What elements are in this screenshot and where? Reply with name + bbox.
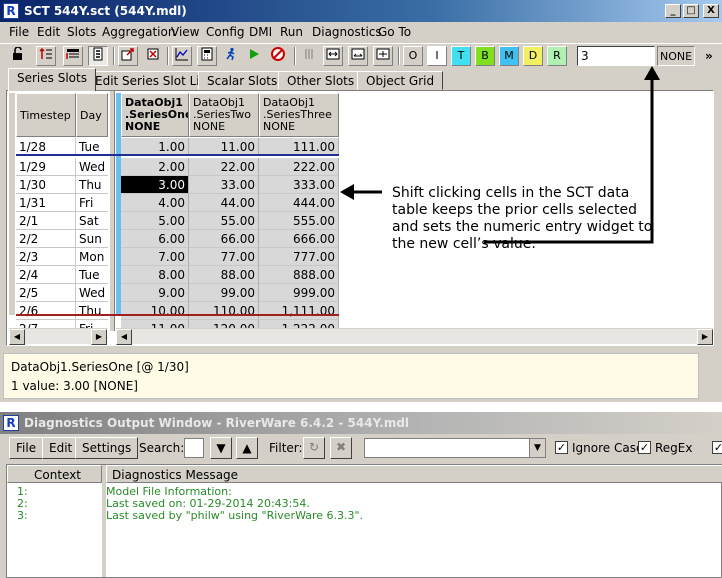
- message-header[interactable]: Diagnostics Message: [106, 465, 722, 483]
- diagnostics-title: Diagnostics Output Window - RiverWare 6.…: [24, 416, 410, 430]
- search-down-icon[interactable]: ▼: [210, 437, 232, 459]
- diagnostics-title-bar[interactable]: R Diagnostics Output Window - RiverWare …: [0, 412, 722, 434]
- annotation-text: Shift clicking cells in the SCT data tab…: [392, 185, 653, 252]
- extra-checkbox[interactable]: ✓: [712, 441, 722, 454]
- diagnostics-window: R Diagnostics Output Window - RiverWare …: [0, 412, 722, 578]
- arrow-head-icon: [644, 66, 660, 80]
- regex-checkbox[interactable]: ✓: [638, 441, 651, 454]
- tab-series-slots[interactable]: Series Slots: [8, 68, 96, 91]
- regex-label: RegEx: [655, 441, 693, 455]
- refresh-filter-icon[interactable]: ↻: [303, 437, 325, 459]
- chevron-down-icon[interactable]: ▼: [529, 439, 545, 457]
- window-gap: [0, 402, 722, 412]
- arrow-head-icon: [340, 184, 354, 200]
- diag-file-button[interactable]: File: [9, 437, 44, 459]
- clear-filter-icon[interactable]: ✖: [330, 437, 352, 459]
- filter-combo[interactable]: ▼: [364, 438, 546, 458]
- ignore-case-label: Ignore Case: [572, 441, 644, 455]
- search-label: Search:: [139, 441, 185, 455]
- filter-label: Filter:: [269, 441, 303, 455]
- context-cell[interactable]: 3:: [17, 509, 28, 522]
- context-header[interactable]: Context: [7, 465, 102, 483]
- search-input[interactable]: [184, 438, 204, 458]
- ignore-case-checkbox[interactable]: ✓: [555, 441, 568, 454]
- message-cell[interactable]: Last saved by "philw" using "RiverWare 6…: [106, 509, 363, 522]
- search-up-icon[interactable]: ▲: [236, 437, 258, 459]
- diagnostics-table: Context Diagnostics Message 1: Model File…: [6, 464, 722, 578]
- diag-settings-button[interactable]: Settings: [75, 437, 139, 459]
- riverware-logo-icon: R: [3, 415, 19, 431]
- diag-edit-button[interactable]: Edit: [42, 437, 80, 459]
